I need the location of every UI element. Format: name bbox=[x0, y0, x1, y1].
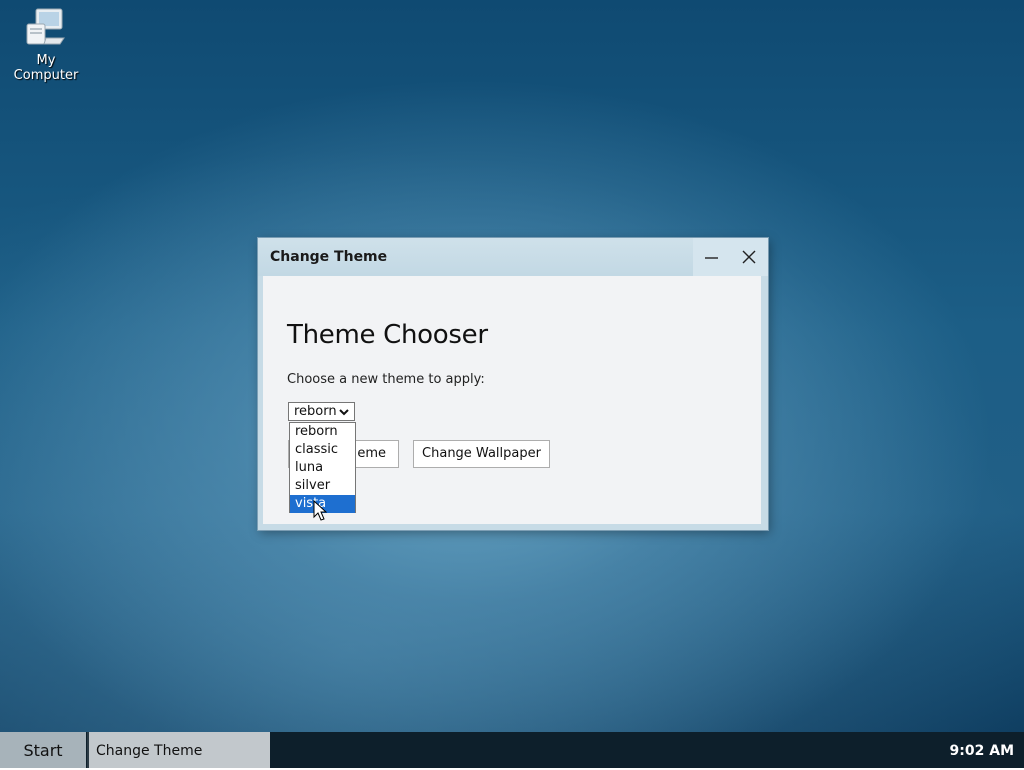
theme-option-classic[interactable]: classic bbox=[290, 441, 355, 459]
chevron-down-icon bbox=[339, 409, 349, 416]
taskbar-clock: 9:02 AM bbox=[949, 743, 1014, 759]
change-theme-window: Change Theme Theme Chooser Choose a new … bbox=[258, 238, 768, 530]
minimize-button[interactable] bbox=[693, 238, 730, 276]
page-title: Theme Chooser bbox=[287, 320, 488, 350]
window-title: Change Theme bbox=[270, 249, 388, 265]
minimize-icon bbox=[705, 257, 718, 259]
mouse-cursor-icon bbox=[313, 500, 327, 521]
window-controls bbox=[693, 238, 768, 276]
theme-select[interactable]: reborn bbox=[288, 402, 355, 421]
theme-option-silver[interactable]: silver bbox=[290, 477, 355, 495]
computer-icon bbox=[26, 8, 65, 45]
close-button[interactable] bbox=[730, 238, 767, 276]
change-wallpaper-button[interactable]: Change Wallpaper bbox=[413, 440, 550, 468]
taskbar: Start Change Theme 9:02 AM bbox=[0, 732, 1024, 768]
desktop-icon-label: My Computer bbox=[13, 53, 79, 83]
close-icon bbox=[742, 250, 756, 264]
window-content: Theme Chooser Choose a new theme to appl… bbox=[263, 276, 761, 524]
window-titlebar[interactable]: Change Theme bbox=[258, 238, 768, 276]
taskbar-item-change-theme[interactable]: Change Theme bbox=[87, 732, 270, 768]
start-button[interactable]: Start bbox=[0, 732, 86, 768]
apply-theme-button-label: eme bbox=[357, 446, 386, 461]
theme-description: Choose a new theme to apply: bbox=[287, 372, 485, 387]
theme-option-reborn[interactable]: reborn bbox=[290, 423, 355, 441]
theme-option-luna[interactable]: luna bbox=[290, 459, 355, 477]
theme-select-value: reborn bbox=[294, 404, 337, 419]
desktop-icon-my-computer[interactable]: My Computer bbox=[4, 6, 88, 83]
